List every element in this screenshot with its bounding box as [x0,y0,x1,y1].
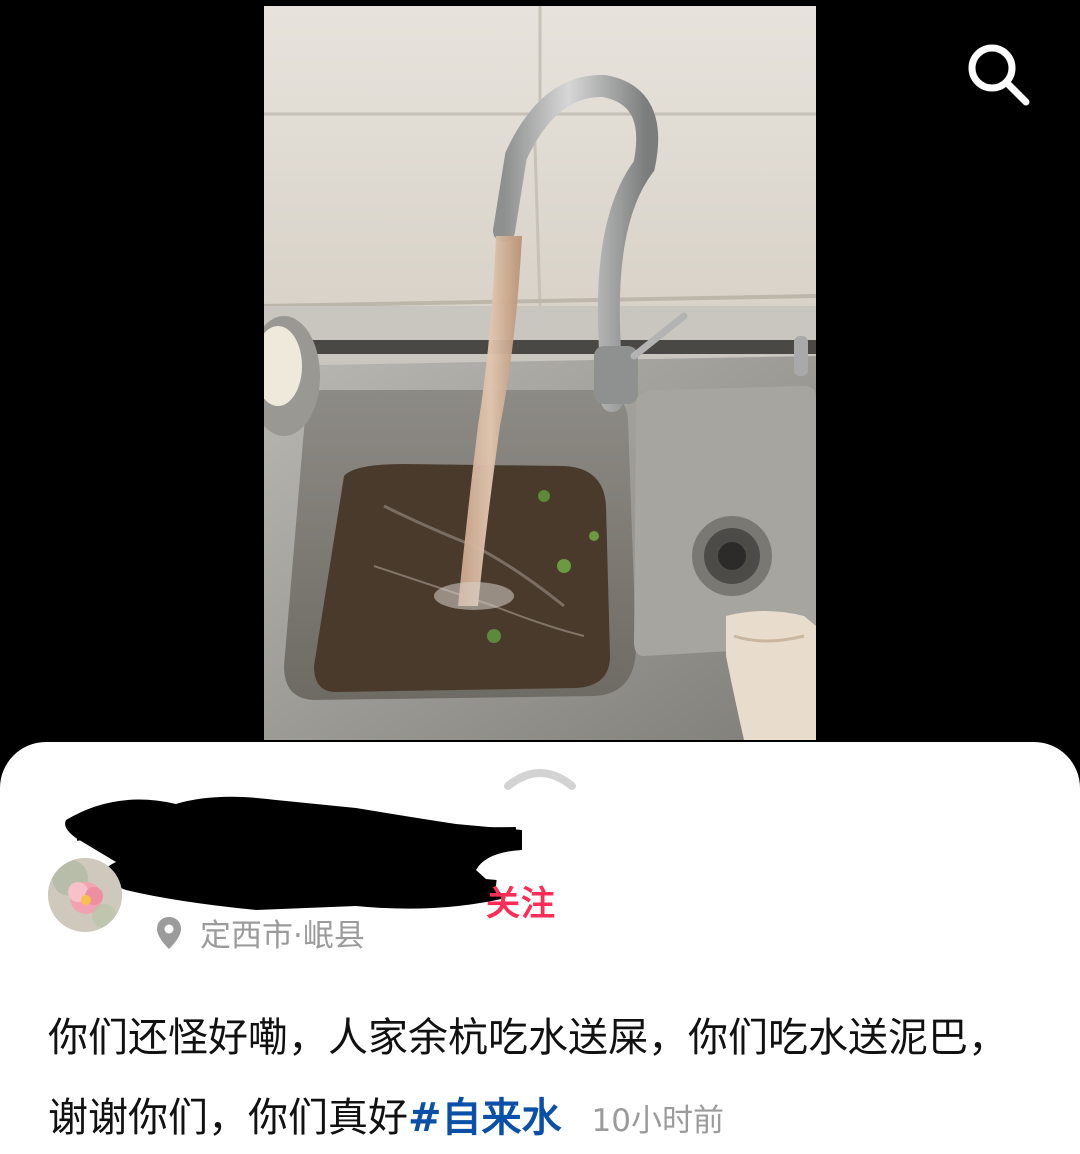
chevron-up-icon [504,769,576,790]
collapse-handle[interactable] [504,764,576,790]
hashtag-link[interactable]: #自来水 [408,1095,562,1141]
sink-photo-illustration [264,6,816,740]
location-label: 定西市·岷县 [200,918,365,954]
redacted-username [65,796,522,910]
location-pin-icon [157,916,181,949]
post-time: 10小时前 [591,1103,724,1139]
avatar[interactable] [48,858,122,932]
avatar-flower-image [48,858,122,932]
search-button[interactable] [962,38,1034,110]
follow-button[interactable]: 关注 [486,876,556,925]
post-text: 你们还怪好嘞，人家余杭吃水送屎，你们吃水送泥巴，谢谢你们，你们真好#自来水 10小… [48,998,1038,1154]
post-photo[interactable] [264,6,816,740]
location[interactable]: 定西市·岷县 [156,910,365,955]
post-info-card: 关注 定西市·岷县 你们还怪好嘞，人家余杭吃水送屎，你们吃水送泥巴，谢谢你们，你… [0,742,1080,1154]
post-viewer: 关注 定西市·岷县 你们还怪好嘞，人家余杭吃水送屎，你们吃水送泥巴，谢谢你们，你… [0,0,1080,1154]
search-icon [968,44,1030,106]
